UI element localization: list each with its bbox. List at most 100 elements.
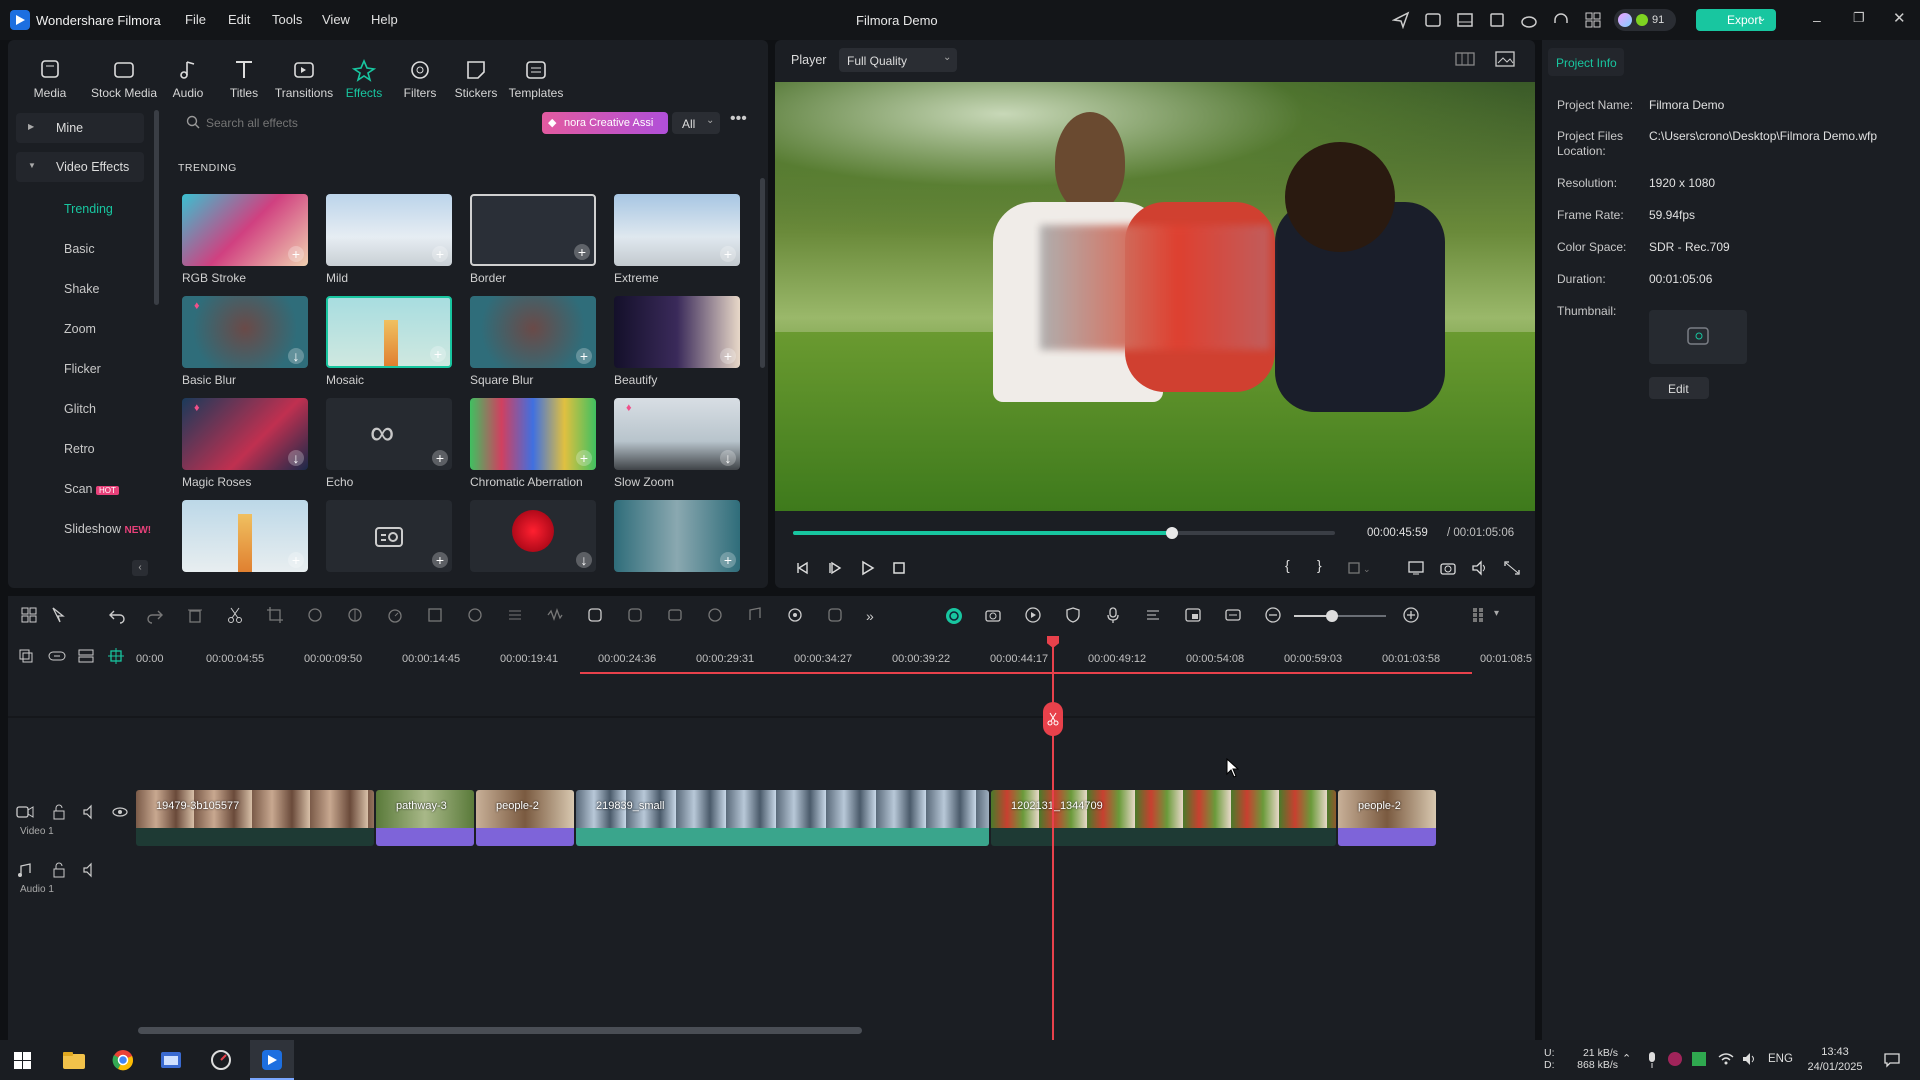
play-icon[interactable] xyxy=(859,560,875,576)
close-icon[interactable]: ✕ xyxy=(1893,9,1906,27)
zoom-in-icon[interactable] xyxy=(1402,606,1422,626)
add-icon[interactable]: + xyxy=(432,246,448,262)
play-circle-icon[interactable] xyxy=(1024,606,1044,626)
playback-progress[interactable] xyxy=(793,527,1335,539)
tracking-icon[interactable] xyxy=(626,606,646,626)
quality-dropdown[interactable]: Full Quality ⌄ xyxy=(839,48,957,72)
mute-track-icon[interactable] xyxy=(82,862,98,878)
wifi-icon[interactable] xyxy=(1718,1052,1734,1066)
zoom-slider[interactable] xyxy=(1294,610,1386,622)
sidebar-item-scan[interactable]: Scan HOT xyxy=(64,482,119,496)
add-track-icon[interactable] xyxy=(18,648,34,664)
track-manage-icon[interactable] xyxy=(78,648,94,664)
tab-transitions[interactable]: Transitions xyxy=(264,58,344,100)
marker-icon[interactable]: ⌄ xyxy=(1347,560,1371,576)
image-clip[interactable]: people-2 xyxy=(1338,790,1436,846)
sidebar-item-flicker[interactable]: Flicker xyxy=(64,362,101,376)
cloud-upload-icon[interactable] xyxy=(1520,11,1538,29)
eye-icon[interactable] xyxy=(112,804,128,820)
grid-view-icon[interactable] xyxy=(1455,50,1475,68)
video-preview[interactable] xyxy=(775,82,1535,511)
keyframe-icon[interactable] xyxy=(426,606,446,626)
sidebar-item-video-effects[interactable]: ▼ Video Effects xyxy=(16,152,144,182)
zoom-out-icon[interactable] xyxy=(1264,606,1284,626)
zoom-slider-handle[interactable] xyxy=(1326,610,1338,622)
apps-grid-icon[interactable] xyxy=(1584,11,1602,29)
export-button[interactable]: Export ⌄ xyxy=(1696,9,1776,31)
tab-templates[interactable]: Templates xyxy=(502,58,570,100)
app-window-icon[interactable] xyxy=(160,1050,182,1070)
pip-icon[interactable] xyxy=(1184,606,1204,626)
crop-icon[interactable] xyxy=(266,606,286,626)
add-icon[interactable]: + xyxy=(432,552,448,568)
undo-icon[interactable] xyxy=(108,606,128,626)
ai-creative-assistant-button[interactable]: ◆ nora Creative Assi xyxy=(542,112,668,134)
add-icon[interactable]: + xyxy=(432,450,448,466)
effect-card-basic-blur[interactable]: ♦ ↓ Basic Blur xyxy=(182,296,308,387)
speedometer-app-icon[interactable] xyxy=(210,1049,232,1071)
add-icon[interactable]: + xyxy=(720,348,736,364)
microphone-icon[interactable] xyxy=(1104,606,1124,626)
mark-out-icon[interactable]: } xyxy=(1317,557,1322,573)
send-icon[interactable] xyxy=(1392,11,1410,29)
effect-card-square-blur[interactable]: + Square Blur xyxy=(470,296,596,387)
volume-icon[interactable] xyxy=(1471,560,1489,576)
add-icon[interactable]: + xyxy=(576,450,592,466)
sidebar-item-shake[interactable]: Shake xyxy=(64,282,99,296)
download-icon[interactable]: ↓ xyxy=(576,552,592,568)
system-clock[interactable]: 13:43 24/01/2025 xyxy=(1802,1045,1868,1075)
restore-icon[interactable]: ❐ xyxy=(1853,10,1865,26)
taskbar-filmora-app[interactable] xyxy=(250,1040,294,1080)
filter-dropdown[interactable]: All ⌄ xyxy=(672,112,720,134)
copilot-icon[interactable] xyxy=(826,606,846,626)
sidebar-item-slideshow[interactable]: Slideshow NEW! xyxy=(64,522,151,536)
shield-icon[interactable] xyxy=(1064,606,1084,626)
tab-audio[interactable]: Audio xyxy=(158,58,218,100)
smart-cutout-icon[interactable] xyxy=(706,606,726,626)
menu-view[interactable]: View xyxy=(322,12,350,27)
collapse-sidebar-icon[interactable]: ‹ xyxy=(132,560,148,576)
more-options-icon[interactable]: ••• xyxy=(730,110,747,128)
timeline-scrollbar[interactable] xyxy=(138,1027,862,1034)
video-clip[interactable]: 1202131_1344709 xyxy=(991,790,1336,846)
effect-card-rgb-stroke[interactable]: + RGB Stroke xyxy=(182,194,308,285)
adjust-icon[interactable] xyxy=(506,606,526,626)
split-scissors-button[interactable] xyxy=(1043,702,1063,736)
progress-handle[interactable] xyxy=(1166,527,1179,539)
add-icon[interactable]: + xyxy=(574,244,590,260)
lock-track-icon[interactable] xyxy=(52,804,66,820)
redo-icon[interactable] xyxy=(146,606,166,626)
video-clip[interactable]: 19479-3b105577 xyxy=(136,790,374,846)
menu-tools[interactable]: Tools xyxy=(272,12,302,27)
stabilize-icon[interactable] xyxy=(666,606,686,626)
text-to-speech-icon[interactable] xyxy=(1144,606,1164,626)
sidebar-item-zoom[interactable]: Zoom xyxy=(64,322,96,336)
stop-icon[interactable] xyxy=(891,560,907,576)
add-icon[interactable]: + xyxy=(288,552,304,568)
notification-icon[interactable] xyxy=(1884,1052,1900,1068)
delete-icon[interactable] xyxy=(186,606,206,626)
file-explorer-icon[interactable] xyxy=(62,1050,86,1070)
fit-timeline-icon[interactable] xyxy=(1224,606,1244,626)
previous-frame-icon[interactable] xyxy=(795,560,811,576)
link-icon[interactable] xyxy=(48,648,66,664)
mask-icon[interactable] xyxy=(466,606,486,626)
lock-track-icon[interactable] xyxy=(52,862,66,878)
effect-card-echo[interactable]: ∞ + Echo xyxy=(326,398,452,489)
tab-project-info[interactable]: Project Info xyxy=(1548,48,1624,76)
image-view-icon[interactable] xyxy=(1495,50,1515,68)
snapshot-icon[interactable] xyxy=(1439,560,1457,576)
credits-badge[interactable]: 91 xyxy=(1614,9,1676,31)
download-icon[interactable]: ↓ xyxy=(288,450,304,466)
video-clip[interactable]: 219839_small xyxy=(576,790,989,846)
speaker-tray-icon[interactable] xyxy=(1742,1052,1758,1066)
time-ruler[interactable]: 00:00 00:00:04:55 00:00:09:50 00:00:14:4… xyxy=(136,636,1535,674)
effect-card-extreme[interactable]: + Extreme xyxy=(614,194,740,285)
windows-start-icon[interactable] xyxy=(14,1052,31,1069)
language-indicator[interactable]: ENG xyxy=(1768,1053,1793,1065)
chrome-icon[interactable] xyxy=(112,1049,134,1071)
effect-card-lighthouse[interactable]: + xyxy=(182,500,308,572)
effects-scrollbar[interactable] xyxy=(760,178,765,368)
add-icon[interactable]: + xyxy=(288,246,304,262)
media-check-icon[interactable] xyxy=(1424,11,1442,29)
